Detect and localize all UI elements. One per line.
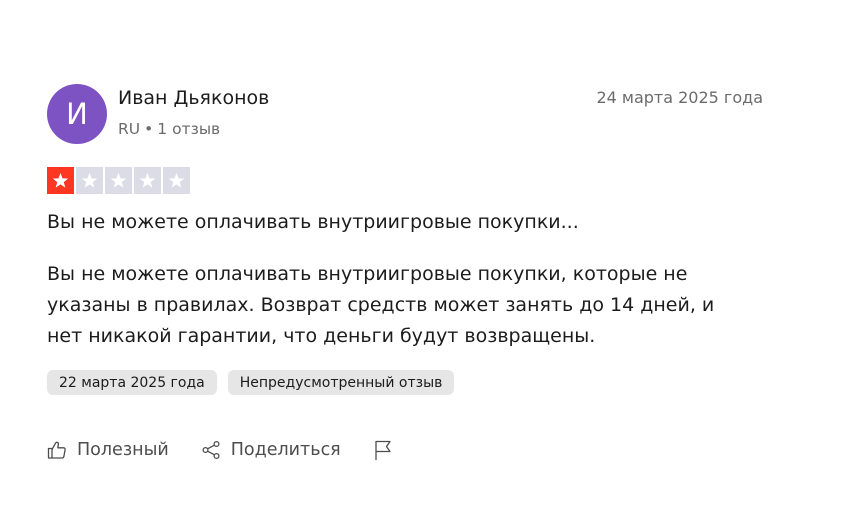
review-date: 24 марта 2025 года [596, 88, 763, 107]
star-empty [163, 167, 190, 194]
star-icon [81, 172, 98, 188]
author-country: RU [118, 120, 141, 138]
star-empty [76, 167, 103, 194]
star-icon [110, 172, 127, 188]
author-name[interactable]: Иван Дьяконов [118, 87, 269, 109]
review-title[interactable]: Вы не можете оплачивать внутриигровые по… [47, 211, 579, 233]
review-card: И Иван Дьяконов RU • 1 отзыв 24 марта 2025… [47, 84, 763, 460]
star-empty [105, 167, 132, 194]
unprompted-review-tag[interactable]: Непредусмотренный отзыв [227, 370, 455, 395]
star-filled [47, 167, 74, 194]
flag-icon [373, 439, 393, 461]
useful-label: Полезный [77, 440, 169, 460]
review-body-line: Вы не можете оплачивать внутриигровые по… [47, 263, 688, 285]
avatar[interactable]: И [47, 84, 107, 144]
report-flag-button[interactable] [373, 439, 393, 461]
review-body: Вы не можете оплачивать внутриигровые по… [47, 259, 763, 352]
avatar-initial: И [66, 97, 88, 131]
author-meta: RU • 1 отзыв [118, 120, 220, 138]
share-label: Поделиться [230, 440, 341, 460]
star-icon [52, 172, 69, 188]
useful-button[interactable]: Полезный [47, 440, 169, 460]
review-actions: Полезный Поделиться [47, 439, 393, 461]
share-icon [201, 440, 221, 460]
star-icon [168, 172, 185, 188]
review-body-line: нет никакой гарантии, что деньги будут в… [47, 325, 596, 347]
thumbs-up-icon [47, 440, 67, 460]
author-review-count: 1 отзыв [157, 120, 221, 138]
share-button[interactable]: Поделиться [201, 440, 341, 460]
review-tags: 22 марта 2025 года Непредусмотренный отз… [47, 370, 455, 395]
review-header: И Иван Дьяконов RU • 1 отзыв 24 марта 2025… [47, 84, 763, 148]
star-empty [134, 167, 161, 194]
review-body-line: указаны в правилах. Возврат средств може… [47, 294, 715, 316]
star-icon [139, 172, 156, 188]
experience-date-tag: 22 марта 2025 года [47, 370, 217, 395]
meta-separator: • [144, 120, 154, 138]
star-rating [47, 167, 190, 194]
